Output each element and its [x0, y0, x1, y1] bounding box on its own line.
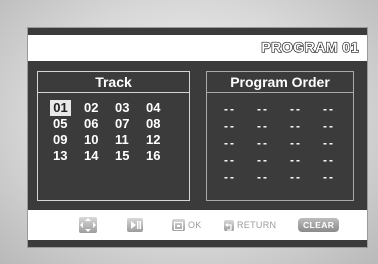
program-slot: --	[290, 119, 302, 133]
return-control[interactable]: RETURN	[224, 217, 276, 233]
program-slot: --	[257, 119, 269, 133]
move-control[interactable]	[79, 217, 97, 233]
program-slot: --	[290, 153, 302, 167]
track-item[interactable]: 06	[84, 116, 115, 132]
program-slot: --	[224, 102, 236, 116]
program-slot: --	[323, 153, 335, 167]
track-item[interactable]: 15	[115, 148, 146, 164]
track-item[interactable]: 13	[53, 148, 84, 164]
program-slot: --	[224, 153, 236, 167]
ok-control[interactable]: OK	[172, 217, 202, 233]
program-order-panel: Program Order -- -- -- -- -- -- -- -- -- -- -- -- --…	[206, 71, 354, 201]
track-panel-heading: Track	[38, 72, 189, 93]
title-bar: PROGRAM 01	[28, 35, 367, 61]
page-title: PROGRAM 01	[261, 38, 359, 55]
track-item[interactable]: 08	[146, 116, 177, 132]
play-pause-icon	[127, 218, 143, 232]
program-slot: --	[224, 170, 236, 184]
track-panel: Track 01 02 03 04 05 06 07 08 09 10 11 12 13 14 15 16	[37, 71, 190, 201]
track-item[interactable]: 10	[84, 132, 115, 148]
track-item[interactable]: 07	[115, 116, 146, 132]
program-slot: --	[290, 102, 302, 116]
program-slot: --	[323, 102, 335, 116]
track-grid: 01 02 03 04 05 06 07 08 09 10 11 12 13 14 15 16	[38, 93, 189, 164]
program-slot: --	[323, 136, 335, 150]
track-item[interactable]: 11	[115, 132, 146, 148]
return-label: RETURN	[237, 220, 277, 230]
program-slot: --	[224, 136, 236, 150]
return-icon	[224, 219, 234, 231]
program-order-heading: Program Order	[207, 72, 353, 93]
track-item[interactable]: 14	[84, 148, 115, 164]
track-item[interactable]: 04	[146, 100, 177, 116]
ok-label: OK	[188, 220, 202, 230]
track-item[interactable]: 02	[84, 100, 115, 116]
clear-button[interactable]: CLEAR	[298, 218, 340, 232]
enter-icon	[172, 219, 185, 231]
program-order-grid: -- -- -- -- -- -- -- -- -- -- -- -- -- -- -- -- -- -- -- --	[207, 93, 353, 186]
program-screen: PROGRAM 01 Track 01 02 03 04 05 06 07 08 09 10 11 1…	[28, 28, 367, 247]
track-item[interactable]: 16	[146, 148, 177, 164]
program-slot: --	[290, 136, 302, 150]
track-item[interactable]: 01	[50, 100, 71, 116]
track-item[interactable]: 05	[53, 116, 84, 132]
program-slot: --	[323, 170, 335, 184]
clear-control[interactable]: CLEAR	[298, 217, 340, 233]
program-slot: --	[290, 170, 302, 184]
program-slot: --	[257, 153, 269, 167]
track-item[interactable]: 09	[53, 132, 84, 148]
directional-pad-icon	[79, 217, 97, 233]
track-item[interactable]: 03	[115, 100, 146, 116]
program-slot: --	[224, 119, 236, 133]
track-item[interactable]: 12	[146, 132, 177, 148]
program-slot: --	[257, 170, 269, 184]
program-slot: --	[257, 136, 269, 150]
play-pause-control[interactable]	[127, 217, 143, 233]
footer-bar: OK RETURN CLEAR	[28, 210, 367, 240]
program-slot: --	[257, 102, 269, 116]
program-slot: --	[323, 119, 335, 133]
